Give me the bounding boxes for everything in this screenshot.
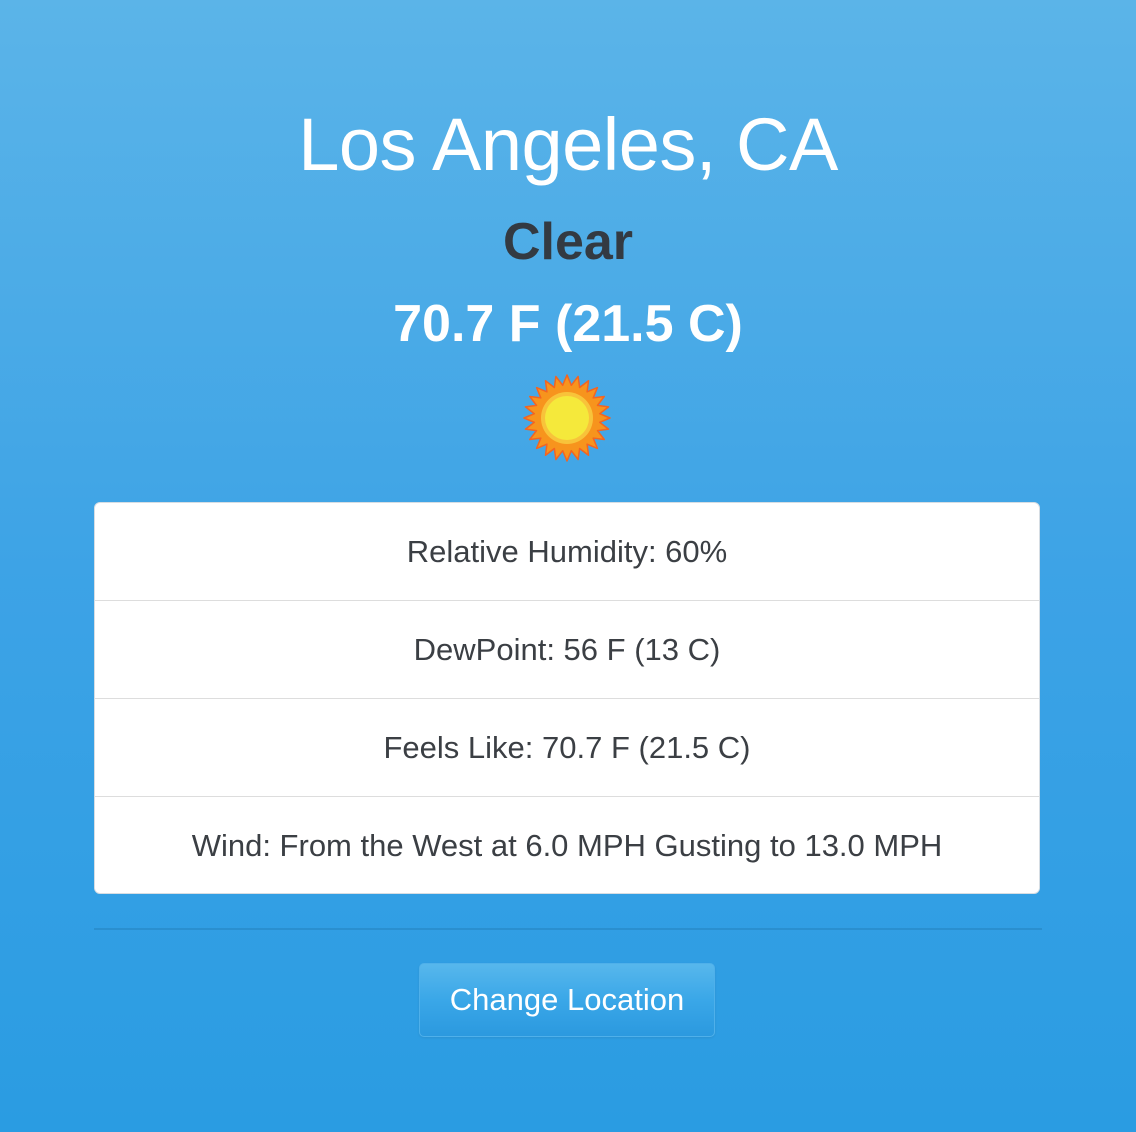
weather-details-list: Relative Humidity: 60% DewPoint: 56 F (1… <box>94 502 1040 894</box>
current-temperature: 70.7 F (21.5 C) <box>393 295 743 353</box>
humidity-row: Relative Humidity: 60% <box>95 503 1039 601</box>
feels-like-row: Feels Like: 70.7 F (21.5 C) <box>95 699 1039 797</box>
change-location-button[interactable]: Change Location <box>419 963 715 1037</box>
dewpoint-row: DewPoint: 56 F (13 C) <box>95 601 1039 699</box>
weather-condition: Clear <box>502 213 634 271</box>
divider <box>94 928 1042 930</box>
weather-page: Los Angeles, CA Clear 70.7 F (21.5 C) Re… <box>0 0 1136 1132</box>
city-title: Los Angeles, CA <box>298 103 838 186</box>
wind-row: Wind: From the West at 6.0 MPH Gusting t… <box>191 828 943 863</box>
sun-icon <box>523 374 611 462</box>
